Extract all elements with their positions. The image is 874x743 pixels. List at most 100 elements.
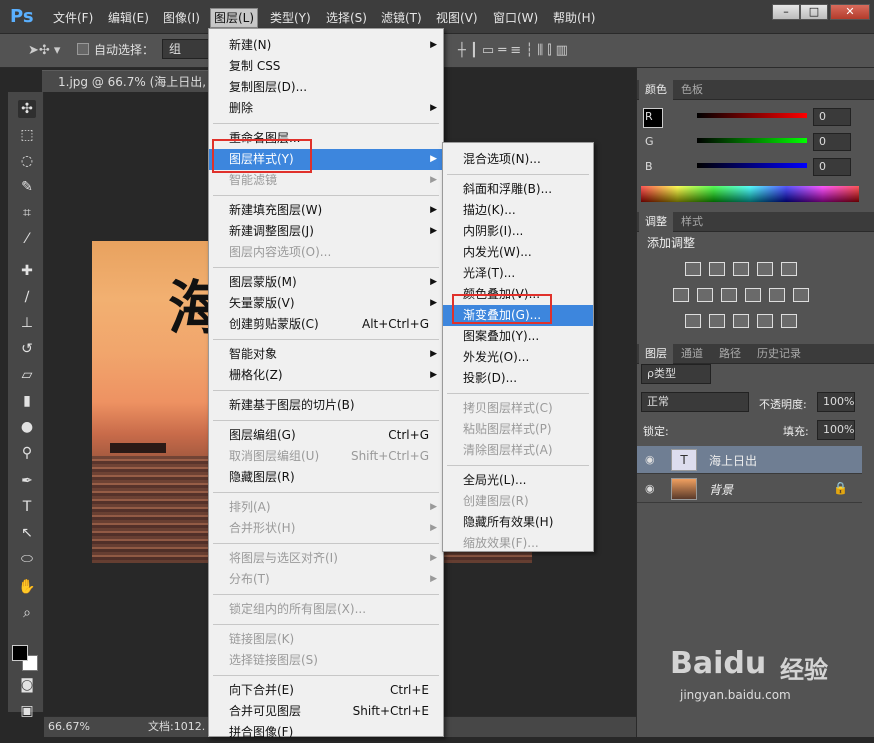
channel-mixer-icon[interactable] (769, 288, 785, 302)
hand-tool-icon[interactable]: ✋ (18, 578, 36, 596)
menu-item[interactable]: 外发光(O)... (443, 347, 593, 368)
pen-tool-icon[interactable]: ✒ (18, 472, 36, 490)
menu-filter[interactable]: 滤镜(T) (378, 9, 425, 27)
tab-channels[interactable]: 通道 (675, 344, 709, 364)
layer-name[interactable]: 背景 (709, 481, 733, 498)
crop-tool-icon[interactable]: ⌗ (18, 204, 36, 222)
photo-filter-icon[interactable] (745, 288, 761, 302)
move-tool-icon[interactable]: ✣ (18, 100, 36, 118)
opacity-input[interactable]: 100% (817, 392, 855, 412)
layer-name[interactable]: 海上日出 (709, 452, 757, 469)
maximize-button[interactable]: □ (800, 4, 828, 20)
minimize-button[interactable]: – (772, 4, 800, 20)
layer-row-text[interactable]: ◉ T 海上日出 (637, 446, 862, 474)
zoom-tool-icon[interactable]: ⌕ (18, 604, 36, 622)
menu-select[interactable]: 选择(S) (323, 9, 370, 27)
stamp-tool-icon[interactable]: ⊥ (18, 314, 36, 332)
tab-history[interactable]: 历史记录 (751, 344, 807, 364)
slider-r-value[interactable]: 0 (813, 108, 851, 126)
brush-tool-icon[interactable]: ∕ (18, 288, 36, 306)
tab-color[interactable]: 颜色 (639, 80, 673, 100)
eye-icon[interactable]: ◉ (645, 482, 659, 496)
gradient-tool-icon[interactable]: ▮ (18, 392, 36, 410)
menu-item[interactable]: 全局光(L)... (443, 470, 593, 491)
lasso-tool-icon[interactable]: ◌ (18, 152, 36, 170)
menu-item[interactable]: 新建(N) ▶ (209, 35, 443, 56)
menu-help[interactable]: 帮助(H) (550, 9, 598, 27)
screen-mode-icon[interactable]: ▣ (18, 702, 36, 720)
menu-item[interactable]: 图层蒙版(M) ▶ (209, 272, 443, 293)
eye-icon[interactable]: ◉ (645, 453, 659, 467)
color-spectrum[interactable] (641, 186, 859, 202)
hue-saturation-icon[interactable] (673, 288, 689, 302)
layer-row-background[interactable]: ◉ 背景 🔒 (637, 475, 862, 503)
blur-tool-icon[interactable]: ● (18, 418, 36, 436)
selective-color-icon[interactable] (757, 314, 773, 328)
menu-item[interactable]: 复制图层(D)... (209, 77, 443, 98)
vibrance-icon[interactable] (781, 262, 797, 276)
threshold-icon[interactable] (733, 314, 749, 328)
slider-g[interactable] (697, 138, 807, 143)
marquee-tool-icon[interactable]: ⬚ (18, 126, 36, 144)
dodge-tool-icon[interactable]: ⚲ (18, 444, 36, 462)
quick-mask-icon[interactable]: ◙ (18, 676, 36, 694)
invert-icon[interactable] (685, 314, 701, 328)
gradient-map-icon[interactable] (781, 314, 797, 328)
quick-select-tool-icon[interactable]: ✎ (18, 178, 36, 196)
healing-brush-tool-icon[interactable]: ✚ (18, 262, 36, 280)
zoom-level[interactable]: 66.67% (48, 717, 90, 737)
menu-item[interactable]: 矢量蒙版(V) ▶ (209, 293, 443, 314)
color-lookup-icon[interactable] (793, 288, 809, 302)
menu-item[interactable]: 删除 ▶ (209, 98, 443, 119)
auto-select-dropdown[interactable]: 组 (162, 39, 212, 59)
type-tool-icon[interactable]: T (18, 498, 36, 516)
menu-image[interactable]: 图像(I) (160, 9, 203, 27)
menu-file[interactable]: 文件(F) (50, 9, 96, 27)
menu-item[interactable]: 栅格化(Z) ▶ (209, 365, 443, 386)
menu-item[interactable]: 投影(D)... (443, 368, 593, 389)
menu-item[interactable]: 内发光(W)... (443, 242, 593, 263)
menu-item[interactable]: 隐藏所有效果(H) (443, 512, 593, 533)
menu-item[interactable]: 图案叠加(Y)... (443, 326, 593, 347)
menu-view[interactable]: 视图(V) (433, 9, 481, 27)
menu-item[interactable]: 新建调整图层(J) ▶ (209, 221, 443, 242)
path-select-tool-icon[interactable]: ↖ (18, 524, 36, 542)
align-icons[interactable]: ┼ ┃ ▭ ═ ≡ ┆ ⫼ ⫿ ▥ (458, 43, 568, 58)
tab-adjustments[interactable]: 调整 (639, 212, 673, 232)
tab-paths[interactable]: 路径 (713, 344, 747, 364)
menu-layer[interactable]: 图层(L) (210, 8, 259, 28)
menu-item[interactable]: 复制 CSS (209, 56, 443, 77)
menu-item[interactable]: 新建基于图层的切片(B) (209, 395, 443, 416)
menu-item[interactable]: 隐藏图层(R) (209, 467, 443, 488)
tab-swatches[interactable]: 色板 (675, 80, 709, 100)
color-balance-icon[interactable] (697, 288, 713, 302)
slider-b[interactable] (697, 163, 807, 168)
menu-item[interactable]: 内阴影(I)... (443, 221, 593, 242)
menu-window[interactable]: 窗口(W) (490, 9, 541, 27)
slider-r[interactable] (697, 113, 807, 118)
menu-item[interactable]: 向下合并(E) Ctrl+E (209, 680, 443, 701)
menu-item[interactable]: 光泽(T)... (443, 263, 593, 284)
menu-type[interactable]: 类型(Y) (267, 9, 314, 27)
eyedropper-tool-icon[interactable]: ⁄ (18, 230, 36, 248)
posterize-icon[interactable] (709, 314, 725, 328)
tab-styles[interactable]: 样式 (675, 212, 709, 232)
shape-tool-icon[interactable]: ⬭ (18, 550, 36, 568)
menu-item[interactable]: 合并可见图层 Shift+Ctrl+E (209, 701, 443, 722)
foreground-color-swatch[interactable] (12, 645, 28, 661)
black-white-icon[interactable] (721, 288, 737, 302)
exposure-icon[interactable] (757, 262, 773, 276)
menu-item[interactable]: 拼合图像(F) (209, 722, 443, 743)
curves-icon[interactable] (733, 262, 749, 276)
tab-layers[interactable]: 图层 (639, 344, 673, 364)
menu-item[interactable]: 智能对象 ▶ (209, 344, 443, 365)
brightness-icon[interactable] (685, 262, 701, 276)
layer-filter-select[interactable]: ρ类型 (641, 364, 711, 384)
menu-item[interactable]: 新建填充图层(W) ▶ (209, 200, 443, 221)
auto-select-checkbox[interactable] (77, 43, 89, 55)
eraser-tool-icon[interactable]: ▱ (18, 366, 36, 384)
menu-item[interactable]: 混合选项(N)... (443, 149, 593, 170)
slider-b-value[interactable]: 0 (813, 158, 851, 176)
close-button[interactable]: ✕ (830, 4, 870, 20)
levels-icon[interactable] (709, 262, 725, 276)
